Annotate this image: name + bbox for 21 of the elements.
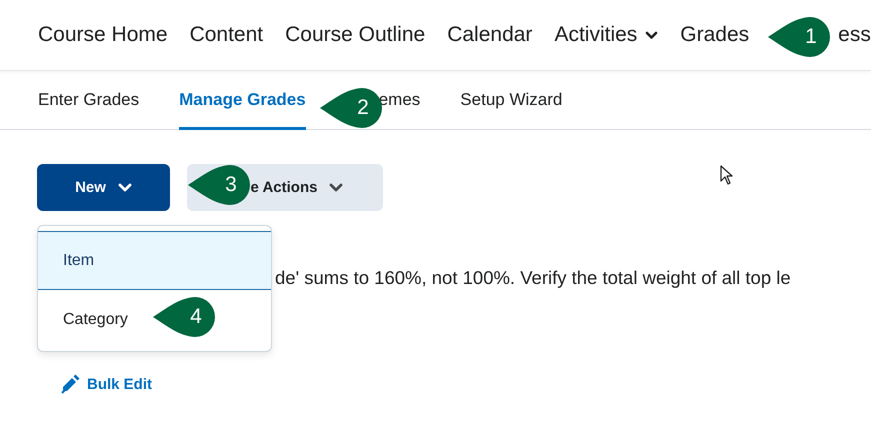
tab[interactable]: Setup Wizard <box>460 71 562 130</box>
bulk-edit-link[interactable]: Bulk Edit <box>60 374 152 394</box>
nav-link[interactable]: Calendar <box>447 23 532 47</box>
tab[interactable]: emes <box>378 71 420 130</box>
chevron-icon <box>645 30 658 40</box>
nav-link[interactable]: Course Outline <box>285 23 426 47</box>
nav-link[interactable]: Activities <box>554 23 658 47</box>
tab[interactable]: Enter Grades <box>38 71 140 130</box>
nav-link[interactable]: Content <box>190 23 264 47</box>
tab[interactable]: Manage Grades <box>179 71 306 130</box>
chevron-icon <box>118 183 132 192</box>
menu-item[interactable]: Category <box>38 290 136 349</box>
nav-link[interactable]: Course Home <box>38 23 168 47</box>
warning-message: de' sums to 160%, not 100%. Verify the total weight of all top le <box>275 267 792 289</box>
cursor-icon <box>720 165 734 185</box>
pencil-icon <box>60 374 80 394</box>
menu-item[interactable]: Item <box>38 231 271 290</box>
chevron-icon <box>329 183 344 192</box>
nav-link[interactable]: ess <box>838 23 871 47</box>
nav-link[interactable]: Grades <box>680 23 750 47</box>
new-button[interactable]: New <box>37 164 170 211</box>
